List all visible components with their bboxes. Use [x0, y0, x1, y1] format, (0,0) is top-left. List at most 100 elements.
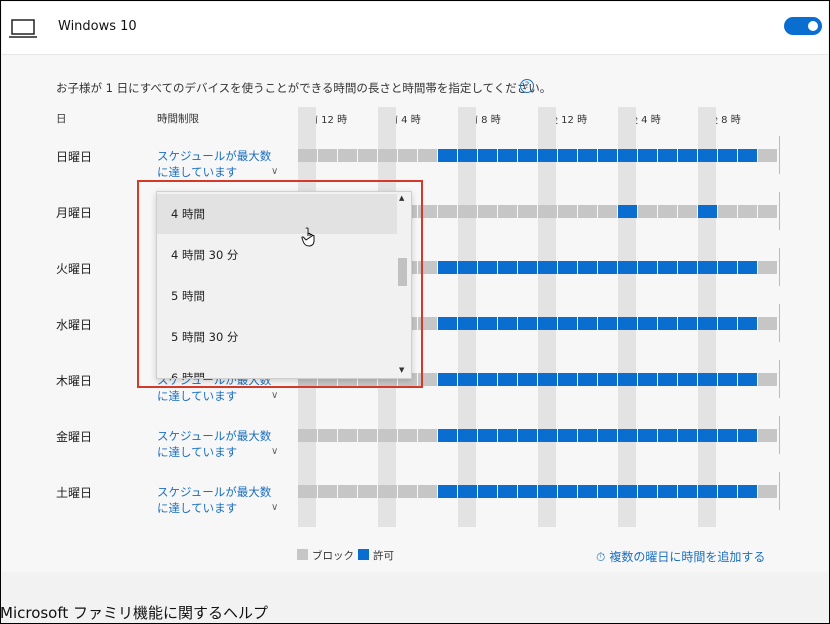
hour-slot-blocked[interactable] [358, 149, 377, 162]
hour-slot-allowed[interactable] [678, 429, 697, 442]
hour-slot-allowed[interactable] [578, 429, 597, 442]
hour-slot-blocked[interactable] [718, 205, 737, 218]
hour-slot-allowed[interactable] [538, 317, 557, 330]
hour-slot-blocked[interactable] [358, 485, 377, 498]
hour-slot-allowed[interactable] [478, 373, 497, 386]
hour-slot-allowed[interactable] [678, 261, 697, 274]
dropdown-option[interactable]: 5 時間 [157, 276, 397, 316]
hour-slot-allowed[interactable] [438, 429, 457, 442]
hour-slot-blocked[interactable] [298, 149, 317, 162]
hour-slot-blocked[interactable] [378, 149, 397, 162]
hour-slot-allowed[interactable] [638, 149, 657, 162]
scroll-thumb[interactable] [398, 258, 407, 286]
hour-slot-allowed[interactable] [638, 485, 657, 498]
hour-slot-allowed[interactable] [618, 317, 637, 330]
limit-dropdown[interactable]: 4 時間 4 時間 30 分5 時間 5 時間 30 分6 時間 ▲ ▼ [156, 191, 412, 379]
hour-slot-allowed[interactable] [438, 149, 457, 162]
hour-slot-blocked[interactable] [458, 205, 477, 218]
hour-slot-allowed[interactable] [718, 373, 737, 386]
hour-slot-allowed[interactable] [458, 429, 477, 442]
hour-slot-blocked[interactable] [758, 149, 777, 162]
hour-slot-allowed[interactable] [458, 317, 477, 330]
limit-select[interactable]: スケジュールが最大数 に達しています [157, 148, 271, 180]
hour-slot-allowed[interactable] [618, 373, 637, 386]
hour-slot-blocked[interactable] [738, 205, 757, 218]
hour-slot-allowed[interactable] [738, 317, 757, 330]
dropdown-option[interactable]: 4 時間 [157, 194, 397, 234]
hour-slot-allowed[interactable] [578, 149, 597, 162]
hour-slot-allowed[interactable] [558, 485, 577, 498]
hour-slot-allowed[interactable] [698, 485, 717, 498]
hour-slot-allowed[interactable] [678, 485, 697, 498]
hour-slot-blocked[interactable] [598, 205, 617, 218]
hour-slot-allowed[interactable] [498, 149, 517, 162]
hour-slot-blocked[interactable] [418, 317, 437, 330]
hour-slot-allowed[interactable] [578, 485, 597, 498]
hour-slot-allowed[interactable] [538, 429, 557, 442]
chevron-down-icon[interactable]: ∨ [271, 502, 278, 513]
hour-slot-allowed[interactable] [518, 429, 537, 442]
hour-slot-allowed[interactable] [658, 373, 677, 386]
hour-slot-allowed[interactable] [618, 205, 637, 218]
hour-slot-blocked[interactable] [438, 205, 457, 218]
hour-slot-allowed[interactable] [598, 261, 617, 274]
hour-slot-allowed[interactable] [478, 317, 497, 330]
dropdown-option[interactable]: 5 時間 30 分 [157, 317, 397, 357]
hour-slot-allowed[interactable] [618, 485, 637, 498]
hour-slot-allowed[interactable] [738, 429, 757, 442]
hour-slot-allowed[interactable] [618, 261, 637, 274]
hour-slot-blocked[interactable] [418, 149, 437, 162]
hour-slot-allowed[interactable] [458, 261, 477, 274]
hour-slot-allowed[interactable] [438, 317, 457, 330]
hour-slot-blocked[interactable] [758, 317, 777, 330]
hour-slot-allowed[interactable] [498, 317, 517, 330]
hour-slot-blocked[interactable] [398, 149, 417, 162]
hour-slot-blocked[interactable] [758, 485, 777, 498]
hour-slot-allowed[interactable] [738, 261, 757, 274]
hour-slot-allowed[interactable] [458, 485, 477, 498]
hour-slot-allowed[interactable] [538, 261, 557, 274]
hour-slot-blocked[interactable] [758, 373, 777, 386]
hour-slot-allowed[interactable] [498, 261, 517, 274]
hour-slot-allowed[interactable] [658, 429, 677, 442]
hour-slot-allowed[interactable] [678, 149, 697, 162]
hour-slot-allowed[interactable] [498, 373, 517, 386]
hour-slot-blocked[interactable] [658, 205, 677, 218]
hour-slot-allowed[interactable] [518, 149, 537, 162]
hour-slot-allowed[interactable] [658, 261, 677, 274]
hour-slot-allowed[interactable] [538, 373, 557, 386]
hour-slot-allowed[interactable] [638, 261, 657, 274]
scroll-down-icon[interactable]: ▼ [399, 366, 404, 374]
hour-slot-allowed[interactable] [478, 429, 497, 442]
hour-slot-blocked[interactable] [378, 429, 397, 442]
device-toggle[interactable] [784, 17, 822, 35]
hour-slot-blocked[interactable] [298, 485, 317, 498]
hour-slot-allowed[interactable] [698, 205, 717, 218]
hour-slot-allowed[interactable] [698, 317, 717, 330]
chevron-down-icon[interactable]: ∨ [271, 446, 278, 457]
hour-slot-blocked[interactable] [318, 149, 337, 162]
hour-slot-allowed[interactable] [518, 373, 537, 386]
hour-slot-blocked[interactable] [758, 429, 777, 442]
hour-slot-allowed[interactable] [718, 429, 737, 442]
hour-slot-allowed[interactable] [718, 317, 737, 330]
hour-slot-blocked[interactable] [398, 429, 417, 442]
hour-slot-allowed[interactable] [558, 373, 577, 386]
hour-slot-allowed[interactable] [698, 429, 717, 442]
hour-slot-allowed[interactable] [458, 373, 477, 386]
dropdown-option[interactable]: 4 時間 30 分 [157, 235, 397, 275]
hour-slot-blocked[interactable] [418, 261, 437, 274]
hour-slot-allowed[interactable] [598, 317, 617, 330]
hour-slot-allowed[interactable] [538, 149, 557, 162]
hour-slot-blocked[interactable] [338, 429, 357, 442]
hour-slot-allowed[interactable] [558, 149, 577, 162]
hour-slot-allowed[interactable] [678, 373, 697, 386]
hour-slot-allowed[interactable] [618, 149, 637, 162]
hour-slot-allowed[interactable] [658, 317, 677, 330]
hour-slot-allowed[interactable] [718, 261, 737, 274]
hour-slot-blocked[interactable] [398, 485, 417, 498]
hour-slot-blocked[interactable] [418, 205, 437, 218]
hour-slot-allowed[interactable] [438, 261, 457, 274]
hour-slot-allowed[interactable] [518, 317, 537, 330]
hour-slot-allowed[interactable] [618, 429, 637, 442]
